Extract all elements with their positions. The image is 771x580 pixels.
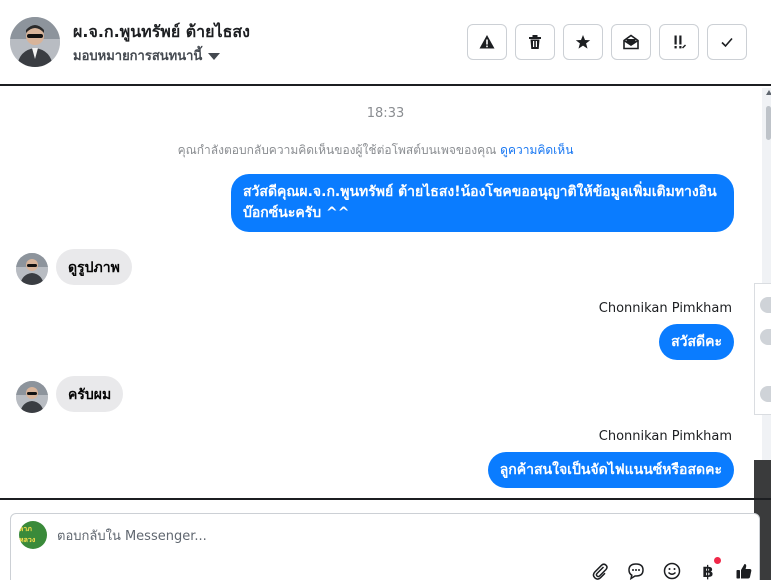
side-chat-avatar[interactable] [760, 297, 771, 313]
chevron-down-icon [208, 53, 221, 60]
star-button[interactable] [563, 24, 603, 60]
checkmark-icon [721, 37, 733, 48]
assign-conversation-dropdown[interactable]: มอบหมายการสนทนานี้ [73, 45, 221, 66]
conversation-header: ผ.จ.ก.พูนทรัพย์ ต้ายไธสง มอบหมายการสนทนา… [0, 0, 771, 86]
thumbs-up-icon [736, 564, 752, 579]
outgoing-message[interactable]: ลูกค้าสนใจเป็นจัดไฟแนนซ์หรือสดคะ [487, 452, 734, 488]
customer-avatar[interactable] [10, 17, 60, 67]
emoji-button[interactable] [661, 561, 683, 580]
baht-icon: ฿ [702, 561, 714, 580]
page-logo-text: ลาภหลวง [19, 525, 36, 544]
paperclip-icon [592, 563, 608, 580]
side-chat-avatar[interactable] [760, 329, 771, 345]
customer-avatar-small[interactable] [16, 253, 48, 285]
page-avatar: ลาภหลวง [19, 521, 47, 549]
composer-divider [0, 498, 771, 500]
mark-unread-button[interactable] [611, 24, 651, 60]
follow-up-button[interactable] [659, 24, 699, 60]
view-comment-link[interactable]: ดูความคิดเห็น [500, 143, 573, 157]
delete-button[interactable] [515, 24, 555, 60]
customer-avatar-small[interactable] [16, 381, 48, 413]
incoming-message[interactable]: ดูรูปภาพ [56, 249, 132, 285]
sender-name: Chonnikan Pimkham [598, 429, 732, 444]
side-chat-avatar[interactable] [760, 386, 771, 402]
message-timestamp: 18:33 [366, 106, 405, 121]
system-note: คุณกำลังตอบกลับความคิดเห็นของผู้ใช้ต่อโพ… [0, 141, 751, 160]
chat-bubble-icon [628, 563, 644, 580]
sender-name: Chonnikan Pimkham [598, 301, 732, 316]
outgoing-message[interactable]: สวัสดีคุณผ.จ.ก.พูนทรัพย์ ต้ายไธสง!น้องโช… [231, 174, 734, 232]
outgoing-message[interactable]: สวัสดีคะ [659, 324, 734, 360]
attach-button[interactable] [589, 561, 611, 580]
scroll-up-arrow-icon[interactable] [766, 90, 771, 95]
message-thread: 18:33 คุณกำลังตอบกลับความคิดเห็นของผู้ใช… [0, 88, 760, 498]
envelope-open-icon [623, 34, 639, 50]
customer-name: ผ.จ.ก.พูนทรัพย์ ต้ายไธสง [73, 22, 250, 41]
notification-dot [714, 557, 721, 564]
assign-label: มอบหมายการสนทนานี้ [73, 49, 203, 64]
system-note-text: คุณกำลังตอบกลับความคิดเห็นของผู้ใช้ต่อโพ… [177, 143, 497, 157]
scrollbar-thumb[interactable] [766, 106, 771, 140]
incoming-message[interactable]: ครับผม [56, 376, 124, 412]
reply-input[interactable] [57, 525, 597, 547]
mark-done-button[interactable] [707, 24, 747, 60]
report-spam-button[interactable] [467, 24, 507, 60]
star-icon [575, 35, 591, 49]
double-exclamation-icon [674, 35, 686, 49]
trash-icon [529, 35, 541, 49]
emoji-icon [663, 562, 681, 580]
warning-icon [479, 35, 495, 49]
like-button[interactable] [733, 561, 755, 580]
header-actions [467, 24, 747, 60]
saved-replies-button[interactable] [625, 561, 647, 580]
